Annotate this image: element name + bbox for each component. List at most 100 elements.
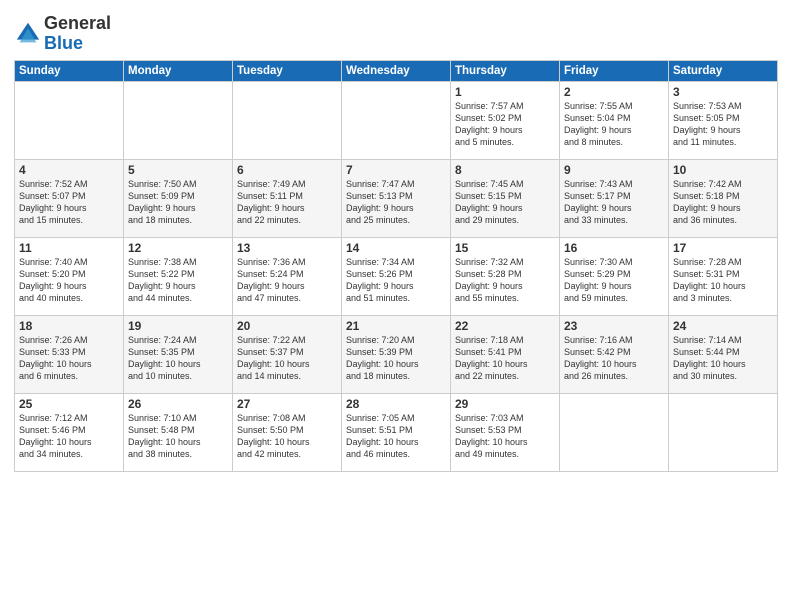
day-number: 24 <box>673 319 773 333</box>
day-number: 22 <box>455 319 555 333</box>
calendar-cell: 9Sunrise: 7:43 AM Sunset: 5:17 PM Daylig… <box>560 159 669 237</box>
calendar-cell <box>15 81 124 159</box>
calendar-cell: 23Sunrise: 7:16 AM Sunset: 5:42 PM Dayli… <box>560 315 669 393</box>
calendar-cell: 25Sunrise: 7:12 AM Sunset: 5:46 PM Dayli… <box>15 393 124 471</box>
calendar-cell: 7Sunrise: 7:47 AM Sunset: 5:13 PM Daylig… <box>342 159 451 237</box>
calendar-cell: 24Sunrise: 7:14 AM Sunset: 5:44 PM Dayli… <box>669 315 778 393</box>
day-number: 21 <box>346 319 446 333</box>
calendar-cell: 13Sunrise: 7:36 AM Sunset: 5:24 PM Dayli… <box>233 237 342 315</box>
day-info: Sunrise: 7:45 AM Sunset: 5:15 PM Dayligh… <box>455 178 555 227</box>
col-header-saturday: Saturday <box>669 60 778 81</box>
page-container: General Blue SundayMondayTuesdayWednesda… <box>0 0 792 478</box>
day-number: 3 <box>673 85 773 99</box>
calendar-cell: 14Sunrise: 7:34 AM Sunset: 5:26 PM Dayli… <box>342 237 451 315</box>
day-number: 29 <box>455 397 555 411</box>
day-info: Sunrise: 7:08 AM Sunset: 5:50 PM Dayligh… <box>237 412 337 461</box>
calendar-cell: 20Sunrise: 7:22 AM Sunset: 5:37 PM Dayli… <box>233 315 342 393</box>
day-info: Sunrise: 7:14 AM Sunset: 5:44 PM Dayligh… <box>673 334 773 383</box>
day-number: 12 <box>128 241 228 255</box>
day-info: Sunrise: 7:52 AM Sunset: 5:07 PM Dayligh… <box>19 178 119 227</box>
header: General Blue <box>14 10 778 54</box>
calendar-table: SundayMondayTuesdayWednesdayThursdayFrid… <box>14 60 778 472</box>
day-info: Sunrise: 7:03 AM Sunset: 5:53 PM Dayligh… <box>455 412 555 461</box>
day-number: 25 <box>19 397 119 411</box>
calendar-cell: 8Sunrise: 7:45 AM Sunset: 5:15 PM Daylig… <box>451 159 560 237</box>
day-number: 28 <box>346 397 446 411</box>
calendar-week-1: 1Sunrise: 7:57 AM Sunset: 5:02 PM Daylig… <box>15 81 778 159</box>
calendar-week-5: 25Sunrise: 7:12 AM Sunset: 5:46 PM Dayli… <box>15 393 778 471</box>
calendar-cell <box>342 81 451 159</box>
logo-icon <box>14 20 42 48</box>
day-info: Sunrise: 7:57 AM Sunset: 5:02 PM Dayligh… <box>455 100 555 149</box>
calendar-cell: 5Sunrise: 7:50 AM Sunset: 5:09 PM Daylig… <box>124 159 233 237</box>
day-info: Sunrise: 7:05 AM Sunset: 5:51 PM Dayligh… <box>346 412 446 461</box>
calendar-cell: 26Sunrise: 7:10 AM Sunset: 5:48 PM Dayli… <box>124 393 233 471</box>
calendar-cell <box>233 81 342 159</box>
day-number: 10 <box>673 163 773 177</box>
day-info: Sunrise: 7:43 AM Sunset: 5:17 PM Dayligh… <box>564 178 664 227</box>
calendar-cell: 27Sunrise: 7:08 AM Sunset: 5:50 PM Dayli… <box>233 393 342 471</box>
calendar-cell: 17Sunrise: 7:28 AM Sunset: 5:31 PM Dayli… <box>669 237 778 315</box>
day-info: Sunrise: 7:50 AM Sunset: 5:09 PM Dayligh… <box>128 178 228 227</box>
calendar-week-3: 11Sunrise: 7:40 AM Sunset: 5:20 PM Dayli… <box>15 237 778 315</box>
day-number: 26 <box>128 397 228 411</box>
day-number: 6 <box>237 163 337 177</box>
day-number: 13 <box>237 241 337 255</box>
day-number: 7 <box>346 163 446 177</box>
calendar-cell: 19Sunrise: 7:24 AM Sunset: 5:35 PM Dayli… <box>124 315 233 393</box>
calendar-cell: 1Sunrise: 7:57 AM Sunset: 5:02 PM Daylig… <box>451 81 560 159</box>
day-number: 23 <box>564 319 664 333</box>
day-info: Sunrise: 7:16 AM Sunset: 5:42 PM Dayligh… <box>564 334 664 383</box>
day-info: Sunrise: 7:18 AM Sunset: 5:41 PM Dayligh… <box>455 334 555 383</box>
day-info: Sunrise: 7:28 AM Sunset: 5:31 PM Dayligh… <box>673 256 773 305</box>
day-info: Sunrise: 7:22 AM Sunset: 5:37 PM Dayligh… <box>237 334 337 383</box>
day-number: 8 <box>455 163 555 177</box>
day-info: Sunrise: 7:32 AM Sunset: 5:28 PM Dayligh… <box>455 256 555 305</box>
logo: General Blue <box>14 14 111 54</box>
calendar-cell: 22Sunrise: 7:18 AM Sunset: 5:41 PM Dayli… <box>451 315 560 393</box>
day-info: Sunrise: 7:30 AM Sunset: 5:29 PM Dayligh… <box>564 256 664 305</box>
col-header-thursday: Thursday <box>451 60 560 81</box>
day-number: 14 <box>346 241 446 255</box>
day-number: 19 <box>128 319 228 333</box>
calendar-cell: 15Sunrise: 7:32 AM Sunset: 5:28 PM Dayli… <box>451 237 560 315</box>
calendar-cell: 28Sunrise: 7:05 AM Sunset: 5:51 PM Dayli… <box>342 393 451 471</box>
col-header-sunday: Sunday <box>15 60 124 81</box>
day-info: Sunrise: 7:24 AM Sunset: 5:35 PM Dayligh… <box>128 334 228 383</box>
day-number: 2 <box>564 85 664 99</box>
day-info: Sunrise: 7:53 AM Sunset: 5:05 PM Dayligh… <box>673 100 773 149</box>
day-info: Sunrise: 7:42 AM Sunset: 5:18 PM Dayligh… <box>673 178 773 227</box>
calendar-week-2: 4Sunrise: 7:52 AM Sunset: 5:07 PM Daylig… <box>15 159 778 237</box>
calendar-cell <box>560 393 669 471</box>
day-info: Sunrise: 7:40 AM Sunset: 5:20 PM Dayligh… <box>19 256 119 305</box>
day-number: 27 <box>237 397 337 411</box>
day-info: Sunrise: 7:55 AM Sunset: 5:04 PM Dayligh… <box>564 100 664 149</box>
calendar-cell: 29Sunrise: 7:03 AM Sunset: 5:53 PM Dayli… <box>451 393 560 471</box>
day-number: 17 <box>673 241 773 255</box>
col-header-monday: Monday <box>124 60 233 81</box>
col-header-friday: Friday <box>560 60 669 81</box>
calendar-cell: 2Sunrise: 7:55 AM Sunset: 5:04 PM Daylig… <box>560 81 669 159</box>
calendar-header-row: SundayMondayTuesdayWednesdayThursdayFrid… <box>15 60 778 81</box>
calendar-cell <box>124 81 233 159</box>
calendar-cell <box>669 393 778 471</box>
day-number: 4 <box>19 163 119 177</box>
calendar-cell: 4Sunrise: 7:52 AM Sunset: 5:07 PM Daylig… <box>15 159 124 237</box>
calendar-week-4: 18Sunrise: 7:26 AM Sunset: 5:33 PM Dayli… <box>15 315 778 393</box>
day-info: Sunrise: 7:34 AM Sunset: 5:26 PM Dayligh… <box>346 256 446 305</box>
day-info: Sunrise: 7:20 AM Sunset: 5:39 PM Dayligh… <box>346 334 446 383</box>
day-info: Sunrise: 7:12 AM Sunset: 5:46 PM Dayligh… <box>19 412 119 461</box>
day-info: Sunrise: 7:38 AM Sunset: 5:22 PM Dayligh… <box>128 256 228 305</box>
day-number: 11 <box>19 241 119 255</box>
day-number: 16 <box>564 241 664 255</box>
col-header-tuesday: Tuesday <box>233 60 342 81</box>
day-number: 18 <box>19 319 119 333</box>
day-number: 9 <box>564 163 664 177</box>
calendar-cell: 3Sunrise: 7:53 AM Sunset: 5:05 PM Daylig… <box>669 81 778 159</box>
day-info: Sunrise: 7:10 AM Sunset: 5:48 PM Dayligh… <box>128 412 228 461</box>
calendar-cell: 12Sunrise: 7:38 AM Sunset: 5:22 PM Dayli… <box>124 237 233 315</box>
day-info: Sunrise: 7:26 AM Sunset: 5:33 PM Dayligh… <box>19 334 119 383</box>
calendar-cell: 21Sunrise: 7:20 AM Sunset: 5:39 PM Dayli… <box>342 315 451 393</box>
day-info: Sunrise: 7:36 AM Sunset: 5:24 PM Dayligh… <box>237 256 337 305</box>
day-info: Sunrise: 7:49 AM Sunset: 5:11 PM Dayligh… <box>237 178 337 227</box>
